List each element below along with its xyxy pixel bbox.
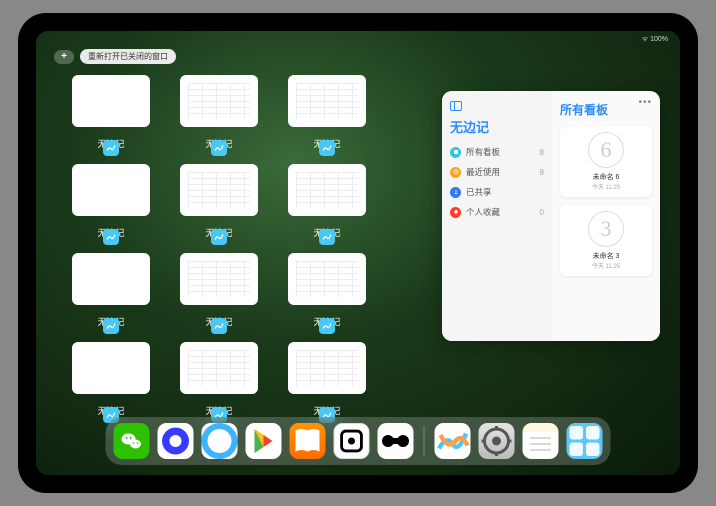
thumbnail-preview [288, 164, 366, 216]
sidebar-item-label: 已共享 [466, 186, 492, 198]
dock-books-icon[interactable] [290, 423, 326, 459]
dock-quark-icon[interactable] [158, 423, 194, 459]
dock-barbell-icon[interactable] [378, 423, 414, 459]
sidebar-toggle-icon[interactable] [450, 101, 462, 111]
board-timestamp: 今天 11:25 [592, 261, 620, 270]
thumbnail-preview [288, 75, 366, 127]
sidebar-item[interactable]: 最近使用 8 [450, 162, 544, 182]
thumbnail-preview [72, 164, 150, 216]
sidebar-item[interactable]: 已共享 [450, 182, 544, 202]
category-icon [450, 147, 461, 158]
ipad-frame: ᯤ 100% + 重新打开已关闭的窗口 无边记 无边记 无边记 [18, 13, 698, 493]
thumbnail-preview [288, 342, 366, 394]
freeform-app-icon [211, 318, 227, 334]
freeform-app-icon [103, 229, 119, 245]
window-thumbnail[interactable]: 无边记 [72, 164, 150, 239]
window-thumbnail[interactable]: 无边记 [288, 342, 366, 417]
sidebar-item-count: 8 [540, 148, 544, 157]
board-timestamp: 今天 11:25 [592, 182, 620, 191]
freeform-app-icon [211, 229, 227, 245]
window-thumbnail[interactable]: 无边记 [180, 253, 258, 328]
dock-notes-icon[interactable] [523, 423, 559, 459]
panel-left-title: 无边记 [450, 117, 544, 136]
thumbnail-preview [72, 253, 150, 305]
dock-play-icon[interactable] [246, 423, 282, 459]
panel-content: ••• 所有看板 6 未命名 6 今天 11:253 未命名 3 今天 11:2… [552, 91, 660, 341]
top-controls: + 重新打开已关闭的窗口 [54, 49, 176, 64]
board-sketch: 3 [588, 211, 624, 247]
dock-wechat-icon[interactable] [114, 423, 150, 459]
dock-separator [424, 426, 425, 456]
window-thumbnail[interactable]: 无边记 [288, 75, 366, 150]
thumbnail-preview [180, 253, 258, 305]
screen: ᯤ 100% + 重新打开已关闭的窗口 无边记 无边记 无边记 [36, 31, 680, 475]
window-thumbnail[interactable]: 无边记 [72, 342, 150, 417]
board-title: 未命名 3 [593, 251, 620, 261]
sidebar-item[interactable]: 个人收藏 0 [450, 202, 544, 222]
sidebar-item-label: 所有看板 [466, 146, 500, 158]
category-icon [450, 187, 461, 198]
thumbnail-preview [180, 164, 258, 216]
dock-browser-icon[interactable] [202, 423, 238, 459]
freeform-app-icon [319, 229, 335, 245]
dock-freeform-icon[interactable] [435, 423, 471, 459]
window-thumbnail[interactable]: 无边记 [180, 164, 258, 239]
thumbnail-preview [180, 75, 258, 127]
thumbnail-preview [180, 342, 258, 394]
window-thumbnail[interactable]: 无边记 [72, 253, 150, 328]
window-thumbnail[interactable]: 无边记 [180, 75, 258, 150]
wifi-icon: ᯤ [642, 36, 648, 43]
more-icon[interactable]: ••• [638, 97, 652, 108]
dock-settings-icon[interactable] [479, 423, 515, 459]
freeform-panel[interactable]: 无边记 所有看板 8 最近使用 8 已共享 个人收藏 0 ••• 所有看板 6 … [442, 91, 660, 341]
window-thumbnail[interactable]: 无边记 [288, 253, 366, 328]
sidebar-item-label: 个人收藏 [466, 206, 500, 218]
category-icon [450, 207, 461, 218]
freeform-app-icon [103, 318, 119, 334]
dock-dice-icon[interactable] [334, 423, 370, 459]
freeform-app-icon [319, 318, 335, 334]
window-thumbnail[interactable]: 无边记 [180, 342, 258, 417]
board-card[interactable]: 3 未命名 3 今天 11:25 [560, 205, 652, 276]
freeform-app-icon [211, 140, 227, 156]
dock-folder-icon[interactable] [567, 423, 603, 459]
freeform-app-icon [319, 140, 335, 156]
window-grid: 无边记 无边记 无边记 无边记 无边记 [72, 75, 366, 417]
battery-icon: 100% [650, 36, 668, 43]
sidebar-item-count: 0 [540, 208, 544, 217]
window-thumbnail[interactable]: 无边记 [288, 164, 366, 239]
sidebar-item-label: 最近使用 [466, 166, 500, 178]
thumbnail-preview [72, 75, 150, 127]
board-title: 未命名 6 [593, 172, 620, 182]
thumbnail-preview [288, 253, 366, 305]
window-thumbnail[interactable]: 无边记 [72, 75, 150, 150]
panel-sidebar: 无边记 所有看板 8 最近使用 8 已共享 个人收藏 0 [442, 91, 552, 341]
thumbnail-preview [72, 342, 150, 394]
add-button[interactable]: + [54, 50, 74, 64]
reopen-closed-window-button[interactable]: 重新打开已关闭的窗口 [80, 49, 176, 64]
board-sketch: 6 [588, 132, 624, 168]
status-bar: ᯤ 100% [642, 35, 668, 44]
board-card[interactable]: 6 未命名 6 今天 11:25 [560, 126, 652, 197]
sidebar-item-count: 8 [540, 168, 544, 177]
freeform-app-icon [103, 140, 119, 156]
category-icon [450, 167, 461, 178]
sidebar-item[interactable]: 所有看板 8 [450, 142, 544, 162]
dock [106, 417, 611, 465]
